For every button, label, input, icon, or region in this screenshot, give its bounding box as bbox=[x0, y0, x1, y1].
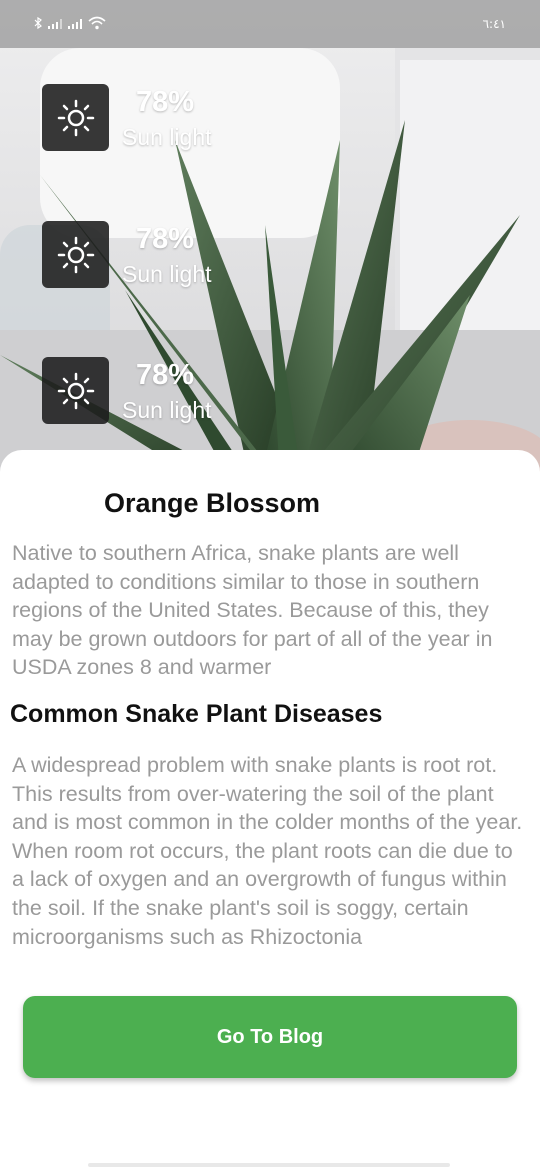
status-bar: ٦:٤١ bbox=[0, 0, 540, 48]
stat-sunlight: 78% Sun light bbox=[42, 357, 302, 425]
wifi-icon bbox=[88, 16, 106, 33]
stat-sunlight: 78% Sun light bbox=[42, 84, 302, 152]
signal-icon bbox=[68, 19, 82, 29]
sun-icon bbox=[42, 84, 109, 151]
stat-value: 78% bbox=[136, 223, 195, 255]
go-to-blog-button[interactable]: Go To Blog bbox=[23, 996, 517, 1078]
section-title-diseases: Common Snake Plant Diseases bbox=[10, 700, 383, 728]
plant-detail-sheet[interactable]: Orange Blossom Native to southern Africa… bbox=[0, 450, 540, 1170]
stat-value: 78% bbox=[136, 359, 195, 391]
sun-icon bbox=[42, 357, 109, 424]
stat-label: Sun light bbox=[122, 124, 212, 150]
sun-icon bbox=[42, 221, 109, 288]
status-icons bbox=[34, 16, 106, 33]
stat-label: Sun light bbox=[122, 261, 212, 287]
stat-label: Sun light bbox=[122, 397, 212, 423]
bluetooth-icon bbox=[34, 16, 42, 32]
diseases-description: A widespread problem with snake plants i… bbox=[12, 753, 523, 949]
stat-value: 78% bbox=[136, 86, 195, 118]
stat-sunlight: 78% Sun light bbox=[42, 221, 302, 289]
plant-name: Orange Blossom bbox=[104, 488, 321, 518]
status-time: ٦:٤١ bbox=[482, 17, 506, 31]
plant-description: Native to southern Africa, snake plants … bbox=[12, 541, 493, 680]
home-indicator[interactable] bbox=[88, 1163, 450, 1167]
signal-icon bbox=[48, 19, 62, 29]
